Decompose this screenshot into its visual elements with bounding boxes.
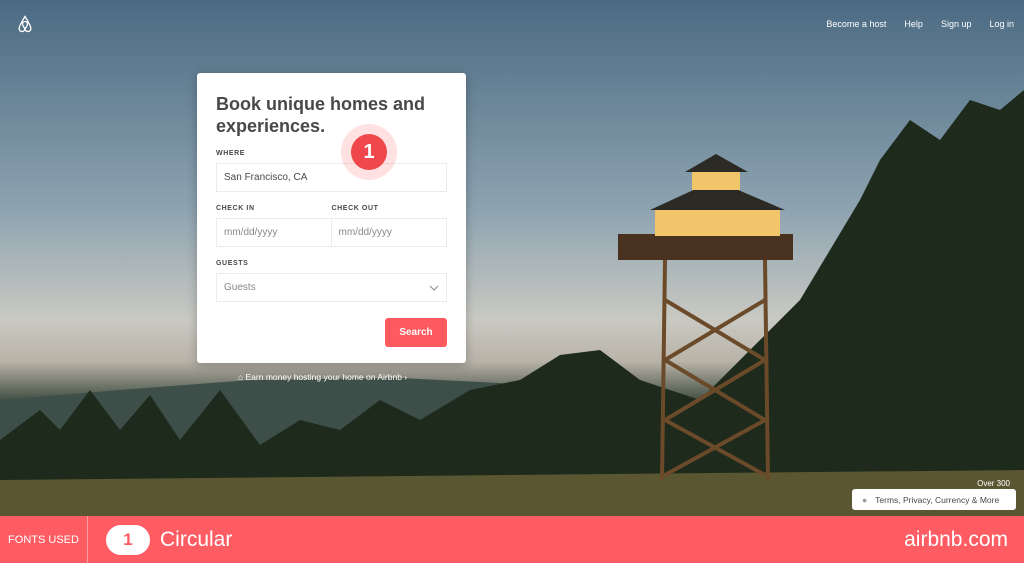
check-in-label: CHECK IN bbox=[216, 205, 255, 212]
chevron-down-icon bbox=[429, 285, 439, 291]
check-in-input[interactable]: mm/dd/yyyy bbox=[216, 218, 332, 247]
font-number-badge: 1 bbox=[106, 524, 150, 555]
search-card: Book unique homes and experiences. WHERE… bbox=[197, 73, 466, 363]
guests-label: GUESTS bbox=[216, 260, 249, 267]
guests-value: Guests bbox=[224, 282, 256, 293]
where-label: WHERE bbox=[216, 150, 246, 157]
become-host-link[interactable]: Become a host bbox=[826, 19, 886, 29]
annotation-number: 1 bbox=[351, 134, 387, 170]
guests-select[interactable]: Guests bbox=[216, 273, 447, 302]
font-name: Circular bbox=[160, 527, 233, 551]
landscape-illustration bbox=[0, 90, 1024, 516]
fonts-used-label: FONTS USED bbox=[0, 516, 88, 563]
over-text: Over 300 bbox=[977, 479, 1010, 488]
top-nav: Become a host Help Sign up Log in bbox=[826, 19, 1014, 29]
terms-text: Terms, Privacy, Currency & More bbox=[875, 494, 1000, 505]
search-button[interactable]: Search bbox=[385, 318, 447, 347]
globe-icon: ● bbox=[862, 494, 868, 505]
check-out-label: CHECK OUT bbox=[331, 205, 379, 212]
check-out-input[interactable]: mm/dd/yyyy bbox=[331, 218, 447, 247]
earn-money-link[interactable]: ⌂ Earn money hosting your home on Airbnb… bbox=[238, 372, 407, 382]
earn-money-text: Earn money hosting your home on Airbnb › bbox=[245, 372, 408, 382]
footer-banner: FONTS USED 1 Circular airbnb.com bbox=[0, 516, 1024, 563]
annotation-badge: 1 bbox=[341, 124, 397, 180]
card-title: Book unique homes and experiences. bbox=[216, 94, 426, 136]
house-icon: ⌂ bbox=[238, 372, 244, 382]
log-in-link[interactable]: Log in bbox=[989, 19, 1014, 29]
site-name: airbnb.com bbox=[904, 527, 1008, 551]
help-link[interactable]: Help bbox=[904, 19, 923, 29]
terms-button[interactable]: ● Terms, Privacy, Currency & More bbox=[852, 489, 1016, 510]
sign-up-link[interactable]: Sign up bbox=[941, 19, 972, 29]
hero-background bbox=[0, 0, 1024, 516]
airbnb-logo-icon[interactable] bbox=[15, 14, 35, 34]
where-input[interactable]: San Francisco, CA bbox=[216, 163, 447, 192]
